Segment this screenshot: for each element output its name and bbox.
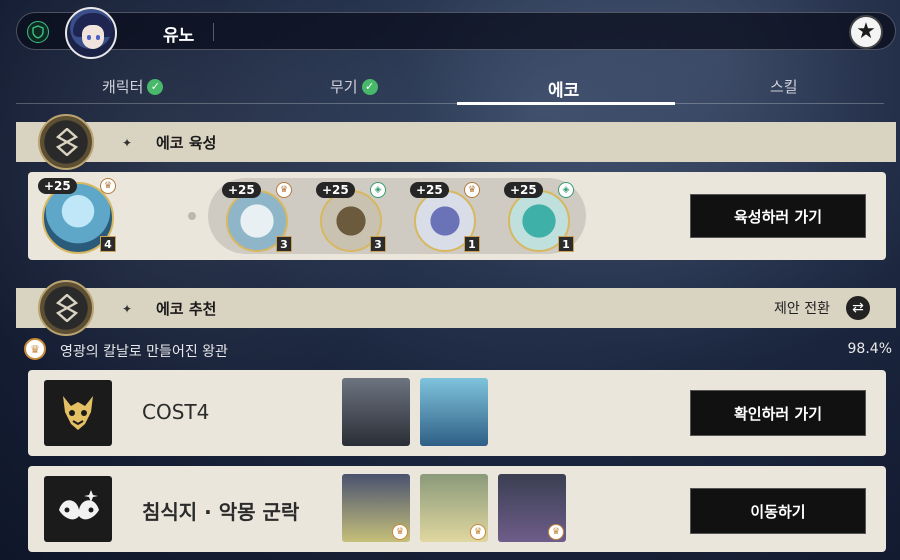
echo-thumbnail[interactable]: ♛ <box>342 474 410 542</box>
divider <box>213 23 214 41</box>
check-icon: ✓ <box>147 78 164 95</box>
crown-emblem-icon: ♛ <box>470 524 486 540</box>
switch-suggestion-label[interactable]: 제안 전환 <box>774 298 830 318</box>
echo-upgrade-panel: +25 ♛ 4 +25 ♛ 3 +25 ◈ 3 +25 ♛ 1 +25 ◈ 1 <box>28 172 886 260</box>
tab-label: 캐릭터 <box>102 78 144 96</box>
section-header-echo-recommend: ✦ 에코 추천 제안 전환 ⇄ <box>16 280 896 336</box>
echo-set-line: ♛ 영광의 칼날로 만들어진 왕관 98.4% <box>24 338 892 362</box>
recommend-row: COST4 확인하러 가기 <box>28 370 886 456</box>
echo-thumbnail[interactable] <box>342 378 410 446</box>
tab-label: 에코 <box>548 81 580 101</box>
tab-label: 무기 <box>330 78 358 96</box>
set-name: 영광의 칼날로 만들어진 왕관 <box>60 344 228 360</box>
character-name: 유노 <box>163 26 195 46</box>
tab-echo[interactable]: 에코 <box>548 76 579 101</box>
check-button[interactable]: 확인하러 가기 <box>690 390 866 436</box>
cost-badge: 3 <box>276 236 292 252</box>
echo-slot[interactable]: +25 ◈ 3 <box>316 182 386 252</box>
section-title: 에코 육성 <box>156 134 217 152</box>
nightmare-creature-icon <box>44 476 112 542</box>
cost-badge: 3 <box>370 236 386 252</box>
recommend-row: 침식지 · 악몽 군락 ♛ ♛ ♛ 이동하기 <box>28 466 886 552</box>
recommend-title: 침식지 · 악몽 군락 <box>142 500 300 524</box>
star-icon[interactable]: ★ <box>849 15 883 49</box>
crown-emblem-icon: ♛ <box>24 338 46 360</box>
echo-slot[interactable]: +25 ♛ 1 <box>410 182 480 252</box>
echo-emblem-icon <box>24 114 108 170</box>
character-avatar[interactable] <box>65 7 117 59</box>
section-title: 에코 추천 <box>156 300 217 318</box>
tab-label: 스킬 <box>770 78 798 96</box>
tab-skill[interactable]: 스킬 <box>770 76 798 97</box>
tab-weapon[interactable]: 무기 ✓ <box>330 76 378 97</box>
echo-level-badge: +25 <box>222 182 261 198</box>
tab-bar: 캐릭터 ✓ 무기 ✓ 에코 스킬 <box>16 72 884 105</box>
separator-dot <box>188 212 196 220</box>
cost-badge: 4 <box>100 236 116 252</box>
crown-emblem-icon: ♛ <box>276 182 292 198</box>
tab-character[interactable]: 캐릭터 ✓ <box>102 76 164 97</box>
echo-level-badge: +25 <box>316 182 355 198</box>
echo-emblem-icon <box>24 280 108 336</box>
crown-emblem-icon: ♛ <box>464 182 480 198</box>
diamond-icon: ✦ <box>122 136 133 150</box>
switch-icon[interactable]: ⇄ <box>846 296 870 320</box>
echo-level-badge: +25 <box>38 178 77 194</box>
tab-divider <box>16 103 884 104</box>
echo-thumbnail[interactable]: ♛ <box>420 474 488 542</box>
top-bar: 유노 ★ <box>16 7 896 59</box>
cost-badge: 1 <box>558 236 574 252</box>
shield-icon[interactable] <box>27 21 49 43</box>
go-upgrade-button[interactable]: 육성하러 가기 <box>690 194 866 238</box>
cost-badge: 1 <box>464 236 480 252</box>
active-tab-indicator <box>457 102 675 105</box>
crown-emblem-icon: ♛ <box>548 524 564 540</box>
recommend-title: COST4 <box>142 400 210 424</box>
crown-emblem-icon: ♛ <box>392 524 408 540</box>
check-icon: ✓ <box>361 78 378 95</box>
dragon-mask-icon <box>44 380 112 446</box>
move-button[interactable]: 이동하기 <box>690 488 866 534</box>
echo-slot[interactable]: +25 ◈ 1 <box>504 182 574 252</box>
echo-thumbnail[interactable]: ♛ <box>498 474 566 542</box>
echo-slot[interactable]: +25 ♛ 3 <box>222 182 292 252</box>
green-emblem-icon: ◈ <box>370 182 386 198</box>
green-emblem-icon: ◈ <box>558 182 574 198</box>
echo-level-badge: +25 <box>504 182 543 198</box>
diamond-icon: ✦ <box>122 302 133 316</box>
section-header-echo-upgrade: ✦ 에코 육성 <box>16 114 896 170</box>
echo-level-badge: +25 <box>410 182 449 198</box>
crown-emblem-icon: ♛ <box>100 178 116 194</box>
echo-slot-group: +25 ♛ 3 +25 ◈ 3 +25 ♛ 1 +25 ◈ 1 <box>208 178 586 254</box>
set-rate: 98.4% <box>847 341 892 357</box>
echo-thumbnail[interactable] <box>420 378 488 446</box>
main-echo-slot[interactable]: +25 ♛ 4 <box>38 176 118 256</box>
